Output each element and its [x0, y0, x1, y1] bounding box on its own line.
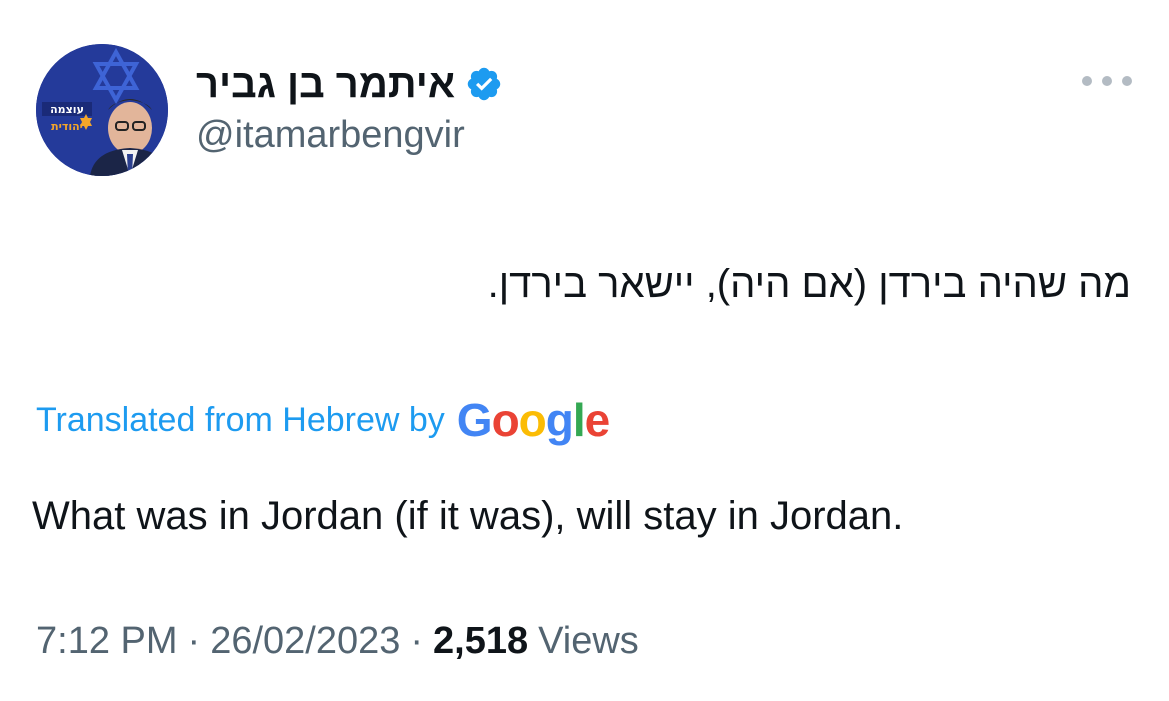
- avatar-logo-line-2: יהודית: [51, 120, 83, 133]
- google-logo: Google: [456, 394, 611, 446]
- google-logo-letter: o: [518, 394, 547, 446]
- display-name-row[interactable]: איתמר בן גביר: [196, 60, 503, 108]
- tweet-text: מה שהיה בירדן (אם היה), יישאר בירדן.: [487, 262, 1131, 306]
- separator: ·: [410, 620, 424, 662]
- avatar-photo: עוצמה יהודית: [36, 44, 168, 176]
- tweet-time[interactable]: 7:12 PM: [36, 620, 178, 663]
- translation-link[interactable]: Translated from Hebrew by: [36, 401, 445, 440]
- views-count[interactable]: 2,518: [433, 620, 528, 663]
- google-logo-letter: o: [491, 394, 520, 446]
- tweet-card: עוצמה יהודית איתמר בן גביר @itamarbengvi…: [0, 0, 1169, 701]
- verified-badge-icon: [465, 65, 503, 103]
- more-dot: [1082, 76, 1092, 86]
- tweet-metadata: 7:12 PM · 26/02/2023 · 2,518 Views: [36, 620, 639, 663]
- user-handle[interactable]: @itamarbengvir: [196, 114, 465, 157]
- views-label[interactable]: Views: [538, 620, 639, 663]
- google-logo-letter: l: [572, 394, 586, 446]
- more-options-icon[interactable]: [1082, 70, 1132, 92]
- google-logo-letter: G: [456, 394, 493, 446]
- google-logo-letter: e: [584, 394, 611, 446]
- translation-attribution: Translated from Hebrew by Google: [36, 392, 611, 448]
- separator: ·: [187, 620, 201, 662]
- tweet-date[interactable]: 26/02/2023: [210, 620, 400, 663]
- avatar-logo-line-1: עוצמה: [50, 103, 84, 116]
- avatar[interactable]: עוצמה יהודית: [36, 44, 168, 176]
- translated-tweet-text: What was in Jordan (if it was), will sta…: [32, 494, 904, 538]
- more-dot: [1122, 76, 1132, 86]
- google-logo-letter: g: [545, 394, 574, 446]
- display-name[interactable]: איתמר בן גביר: [196, 62, 455, 107]
- more-dot: [1102, 76, 1112, 86]
